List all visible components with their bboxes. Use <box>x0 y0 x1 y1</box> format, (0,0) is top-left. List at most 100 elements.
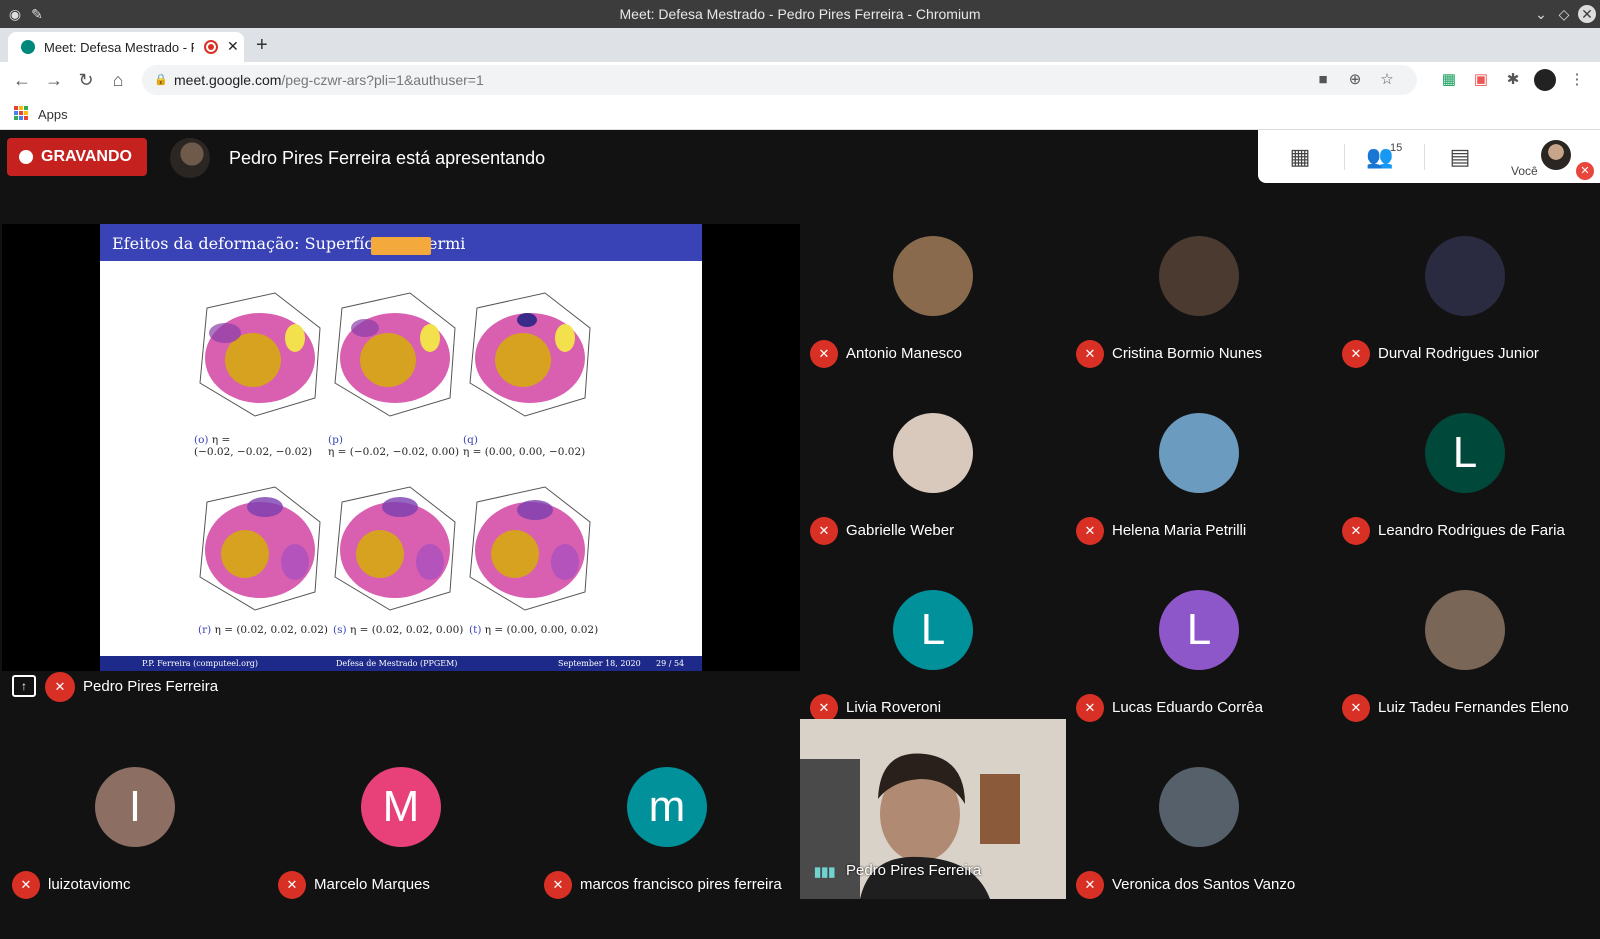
participant-name: luizotaviomc <box>48 876 131 893</box>
avatar <box>1159 236 1239 316</box>
reload-button[interactable]: ↻ <box>74 68 98 92</box>
caption-q: (q) η = (0.00, 0.00, −0.02) <box>463 434 586 458</box>
self-avatar[interactable] <box>1541 140 1571 170</box>
caption-p: (p) η = (−0.02, −0.02, 0.00) <box>328 434 460 458</box>
presentation-view: Efeitos da deformação: Superfície de Fer… <box>2 224 800 671</box>
avatar <box>1159 413 1239 493</box>
participant-name: Livia Roveroni <box>846 699 942 716</box>
tab-strip: Meet: Defesa Mestrado - Pedro Pires Ferr… <box>0 28 1600 62</box>
self-label: Você <box>1511 164 1538 178</box>
avatar: M <box>361 767 441 847</box>
caption-r: (r) η = (0.02, 0.02, 0.02) <box>198 624 329 636</box>
extension-icon[interactable]: ▣ <box>1470 69 1492 91</box>
presenter-label-bar: ↑ ✕ Pedro Pires Ferreira <box>0 672 800 705</box>
participant-name: marcos francisco pires ferreira <box>580 876 782 893</box>
chat-icon[interactable]: ▤ <box>1446 144 1474 170</box>
sharing-indicator[interactable] <box>371 237 431 255</box>
bookmarks-bar: Apps <box>0 98 1600 130</box>
avatar <box>893 236 973 316</box>
caption-t: (t) η = (0.00, 0.00, 0.02) <box>469 624 599 636</box>
screen-share-icon[interactable]: ↑ <box>12 675 36 697</box>
participant-tile[interactable]: I ✕ luizotaviomc <box>2 761 268 939</box>
participant-name: Cristina Bormio Nunes <box>1112 345 1263 362</box>
participant-tile[interactable]: ✕ Cristina Bormio Nunes <box>1066 230 1332 408</box>
fermi-surface-figure-r <box>199 486 321 611</box>
participant-tile[interactable]: L ✕ Lucas Eduardo Corrêa <box>1066 584 1332 762</box>
participant-tile[interactable]: ✕ Luiz Tadeu Fernandes Eleno <box>1332 584 1598 762</box>
profile-avatar[interactable] <box>1534 69 1556 91</box>
apps-bookmark[interactable]: Apps <box>38 107 68 122</box>
forward-button[interactable]: → <box>42 68 66 92</box>
zoom-icon[interactable]: ⊕ <box>1344 69 1366 91</box>
sheets-extension-icon[interactable]: ▦ <box>1438 69 1460 91</box>
slide: Efeitos da deformação: Superfície de Fer… <box>100 224 702 671</box>
address-bar[interactable]: 🔒 meet.google.com/peg-czwr-ars?pli=1&aut… <box>142 65 1417 95</box>
menu-kebab-icon[interactable]: ⋮ <box>1566 69 1588 91</box>
avatar: L <box>1425 413 1505 493</box>
presenter-avatar <box>170 138 210 178</box>
participant-tile[interactable]: M ✕ Marcelo Marques <box>268 761 534 939</box>
apps-grid-icon[interactable] <box>14 106 28 120</box>
presenter-name: Pedro Pires Ferreira <box>83 678 219 695</box>
fermi-surface-figure-o <box>199 292 321 417</box>
tile-layout-icon[interactable]: ▦ <box>1286 144 1314 170</box>
mic-off-icon: ✕ <box>12 871 40 899</box>
mic-off-icon: ✕ <box>810 340 838 368</box>
caption-o: (o) η = (−0.02, −0.02, −0.02) <box>194 434 313 458</box>
participant-name: Veronica dos Santos Vanzo <box>1112 876 1296 893</box>
mic-off-icon: ✕ <box>1076 694 1104 722</box>
avatar <box>1425 236 1505 316</box>
mic-off-icon: ✕ <box>1342 694 1370 722</box>
participant-name: Pedro Pires Ferreira <box>846 862 982 879</box>
mic-off-icon: ✕ <box>1076 871 1104 899</box>
home-button[interactable]: ⌂ <box>106 68 130 92</box>
avatar: m <box>627 767 707 847</box>
participant-tile[interactable]: ✕ Durval Rodrigues Junior <box>1332 230 1598 408</box>
meet-favicon-icon <box>21 40 35 54</box>
extensions-puzzle-icon[interactable]: ✱ <box>1502 69 1524 91</box>
participant-name: Leandro Rodrigues de Faria <box>1378 522 1565 539</box>
mic-off-icon: ✕ <box>1076 517 1104 545</box>
meet-stage: GRAVANDO Pedro Pires Ferreira está apres… <box>0 130 1600 900</box>
mic-off-icon: ✕ <box>810 694 838 722</box>
record-dot-icon <box>19 150 33 164</box>
maximize-icon[interactable]: ◇ <box>1555 5 1573 23</box>
avatar: L <box>1159 590 1239 670</box>
participant-name: Antonio Manesco <box>846 345 962 362</box>
participant-name: Durval Rodrigues Junior <box>1378 345 1539 362</box>
close-tab-icon[interactable]: ✕ <box>227 38 239 55</box>
participant-tile[interactable]: ✕ Gabrielle Weber <box>800 407 1066 585</box>
participant-tile[interactable]: ✕ Helena Maria Petrilli <box>1066 407 1332 585</box>
avatar <box>1425 590 1505 670</box>
participant-name: Lucas Eduardo Corrêa <box>1112 699 1263 716</box>
new-tab-button[interactable]: + <box>256 34 268 57</box>
mic-off-icon: ✕ <box>810 517 838 545</box>
mic-off-icon: ✕ <box>278 871 306 899</box>
tab-title: Meet: Defesa Mestrado - Pedro Pires Ferr… <box>44 40 194 55</box>
self-mic-off-icon[interactable]: ✕ <box>1576 162 1594 180</box>
mic-off-icon: ✕ <box>1342 517 1370 545</box>
close-window-icon[interactable]: ✕ <box>1578 5 1596 23</box>
mic-off-icon: ✕ <box>45 672 75 702</box>
slide-footer: P.P. Ferreira (computeel.org) Defesa de … <box>100 656 702 671</box>
participant-video-tile[interactable]: ▮▮▮ Pedro Pires Ferreira <box>800 719 1066 899</box>
participant-count: 15 <box>1390 142 1403 154</box>
minimize-icon[interactable]: ⌄ <box>1532 5 1550 23</box>
participant-tile[interactable]: m ✕ marcos francisco pires ferreira <box>534 761 800 939</box>
participant-tile[interactable]: ✕ Antonio Manesco <box>800 230 1066 408</box>
recording-badge: GRAVANDO <box>7 138 147 176</box>
browser-toolbar: ← → ↻ ⌂ 🔒 meet.google.com/peg-czwr-ars?p… <box>0 62 1600 98</box>
fermi-surface-figure-p <box>334 292 456 417</box>
bookmark-star-icon[interactable]: ☆ <box>1376 69 1398 91</box>
meet-controls-panel: ▦ 👥 15 ▤ Você ✕ <box>1258 130 1600 183</box>
tab-meet[interactable]: Meet: Defesa Mestrado - Pedro Pires Ferr… <box>8 32 244 62</box>
slide-header: Efeitos da deformação: Superfície de Fer… <box>100 224 702 261</box>
presenting-text: Pedro Pires Ferreira está apresentando <box>229 148 546 168</box>
avatar: L <box>893 590 973 670</box>
camera-icon[interactable]: ■ <box>1312 69 1334 91</box>
back-button[interactable]: ← <box>10 68 34 92</box>
speaking-indicator-icon: ▮▮▮ <box>814 864 836 879</box>
participant-tile[interactable]: L ✕ Leandro Rodrigues de Faria <box>1332 407 1598 585</box>
participant-name: Helena Maria Petrilli <box>1112 522 1247 539</box>
participant-tile[interactable]: ✕ Veronica dos Santos Vanzo <box>1066 761 1332 939</box>
